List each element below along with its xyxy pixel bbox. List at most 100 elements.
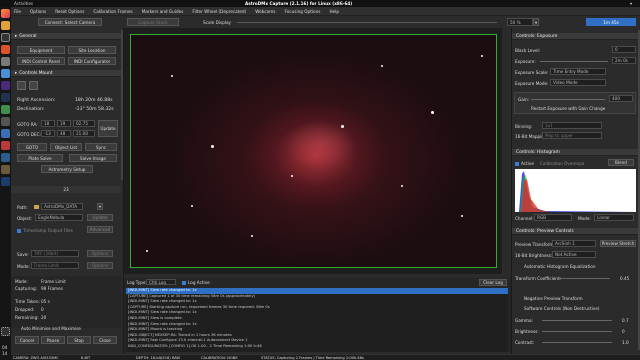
exposure-mode-select[interactable]: Video Mode <box>550 79 606 86</box>
settings-icon[interactable] <box>1 57 10 66</box>
goto-ra-h[interactable]: 18 <box>41 120 55 127</box>
site-location-button[interactable]: Site Location <box>68 46 116 54</box>
advanced-button[interactable]: Advanced <box>87 226 113 233</box>
connect-camera-button[interactable]: Connect: Select Camera <box>38 18 102 26</box>
kstars-icon[interactable] <box>1 177 10 186</box>
channel-select[interactable]: RGB <box>534 214 572 221</box>
goto-dec-d[interactable]: -13 <box>41 130 55 137</box>
activities-label[interactable]: Activities <box>14 1 33 6</box>
image-viewer-icon[interactable] <box>1 105 10 114</box>
preview-stretch-button[interactable]: Preview Stretch <box>600 240 636 247</box>
gimp-icon[interactable] <box>1 165 10 174</box>
menu-calibration-frames[interactable]: Calibration Frames <box>93 9 132 14</box>
timestamp-checkbox[interactable]: Timestamp Output Files <box>17 228 73 233</box>
menu-filter-wheel[interactable]: Filter Wheel (Deprecated) <box>192 9 246 14</box>
log-row[interactable]: INDI_CONFIGURATOR: [CONFIG 1] OK 1.00 - … <box>126 344 508 350</box>
terminal-icon[interactable] <box>1 33 10 42</box>
object-field[interactable]: EagleNebula <box>35 214 83 221</box>
binning-select[interactable]: 1x1 <box>542 122 602 129</box>
clear-log-button[interactable]: Clear Log <box>479 279 507 286</box>
menu-file[interactable]: File <box>14 9 21 14</box>
show-apps-icon[interactable] <box>1 327 10 336</box>
firefox-icon[interactable] <box>1 9 10 18</box>
save-format-select[interactable]: TIFF (16bit) <box>31 250 79 257</box>
auto-histogram-label[interactable]: Automatic Histogram Equalization <box>524 264 596 269</box>
general-header[interactable]: ▸ General <box>11 33 121 40</box>
menu-markers-guides[interactable]: Markers and Guides <box>142 9 184 14</box>
histogram-active-checkbox[interactable]: Active <box>515 161 534 166</box>
indi-configurator-button[interactable]: INDI Configurator <box>68 57 116 65</box>
object-list-button[interactable]: Object List <box>50 143 82 151</box>
mode-options-button[interactable]: Options <box>87 262 113 269</box>
help-icon[interactable] <box>1 129 10 138</box>
path-dropdown-icon[interactable]: ▾ <box>97 203 103 210</box>
siril-icon[interactable] <box>1 153 10 162</box>
astrometry-setup-button[interactable]: Astrometry Setup <box>41 165 93 173</box>
exposure-header[interactable]: Controls: Exposure <box>512 33 638 40</box>
calibration-overexposure-label[interactable]: Calibration Overexpo <box>540 161 584 166</box>
goto-dec-s[interactable]: 21.00 <box>73 130 95 137</box>
gain-slider[interactable] <box>531 99 605 100</box>
software-icon[interactable] <box>1 45 10 54</box>
goto-ra-s[interactable]: 02.75 <box>73 120 95 127</box>
restart-gain-label[interactable]: Restart Exposure with Gain Change <box>531 106 605 111</box>
text-editor-icon[interactable] <box>1 69 10 78</box>
negative-preview-label[interactable]: Negative Preview Transform <box>524 296 583 301</box>
update-coords-button[interactable]: Update <box>98 120 118 137</box>
log-list[interactable]: [INDI-MINT] Slew rate changed to: 1x [CA… <box>126 288 508 352</box>
blend-button[interactable]: Blend <box>608 159 634 166</box>
stop-button[interactable]: Stop <box>67 336 91 344</box>
log-type-select[interactable]: Cfdi Log <box>146 279 176 285</box>
preview-image[interactable] <box>130 34 497 268</box>
path-field[interactable]: AstroDMx_DATA <box>41 203 83 210</box>
plate-solve-button[interactable]: Plate Solve <box>17 154 63 162</box>
preview-controls-header[interactable]: Controls: Preview Controls <box>512 228 638 235</box>
menu-webcams[interactable]: Webcams <box>255 9 275 14</box>
gain-field[interactable]: 400 <box>609 95 633 102</box>
sync-button[interactable]: Sync <box>85 143 117 151</box>
capture-tab-bar[interactable]: 23 <box>11 186 121 193</box>
menu-options[interactable]: Options <box>30 9 46 14</box>
mount-header[interactable]: ▸ Controls Mount <box>11 70 121 77</box>
cancel-button[interactable]: Cancel <box>15 336 39 344</box>
black-level-field[interactable]: 0 <box>612 46 636 53</box>
transform-coefficient-slider[interactable] <box>558 278 610 279</box>
histogram-mode-select[interactable]: Linear <box>594 214 634 221</box>
mount-icon-2[interactable] <box>29 81 38 90</box>
left-scrollbar[interactable] <box>121 30 123 180</box>
object-update-button[interactable]: Update <box>87 214 113 221</box>
solve-image-button[interactable]: Solve Image <box>69 154 117 162</box>
menu-focusing-options[interactable]: Focusing Options <box>285 9 321 14</box>
mode-select[interactable]: Frame Limit <box>31 262 79 269</box>
menu-help[interactable]: Help <box>329 9 339 14</box>
zoom-field[interactable]: 50 % <box>507 18 533 26</box>
brightness-slider[interactable] <box>542 331 612 332</box>
save-options-button[interactable]: Options <box>87 250 113 257</box>
goto-button[interactable]: GOTO <box>17 143 47 151</box>
histogram-header[interactable]: Controls: Histogram <box>512 149 638 156</box>
calculator-icon[interactable] <box>1 117 10 126</box>
capture-stack-button[interactable]: Capture Stack <box>127 18 179 26</box>
equipment-button[interactable]: Equipment <box>17 46 65 54</box>
preview-transform-select[interactable]: ArcSinh 1 <box>552 240 596 247</box>
contrast-slider[interactable] <box>542 342 612 343</box>
mapping-select[interactable]: Map to upper <box>542 132 602 139</box>
zoom-dropdown-icon[interactable]: ▾ <box>533 18 539 26</box>
exposure-slider[interactable] <box>540 61 608 62</box>
astro-icon[interactable] <box>1 81 10 90</box>
stellarium-icon[interactable] <box>1 93 10 102</box>
menu-reset-options[interactable]: Reset Options <box>55 9 84 14</box>
exposure-scale-select[interactable]: Time Entry Mode <box>550 68 606 75</box>
mount-icon-1[interactable] <box>17 81 26 90</box>
files-icon[interactable] <box>1 21 10 30</box>
goto-dec-m[interactable]: 48 <box>57 130 71 137</box>
pause-button[interactable]: Pause <box>41 336 65 344</box>
exposure-field[interactable]: 2m 0s <box>612 57 636 64</box>
indi-control-button[interactable]: INDI Control Panel <box>17 57 65 65</box>
capture-app-icon[interactable] <box>1 141 10 150</box>
close-button[interactable]: Close <box>93 336 117 344</box>
log-active-checkbox[interactable]: Log Active <box>182 280 210 285</box>
scale-slider[interactable] <box>237 22 497 23</box>
gamma-slider[interactable] <box>542 320 612 321</box>
system-menu-icon[interactable]: ▾ <box>630 1 632 6</box>
